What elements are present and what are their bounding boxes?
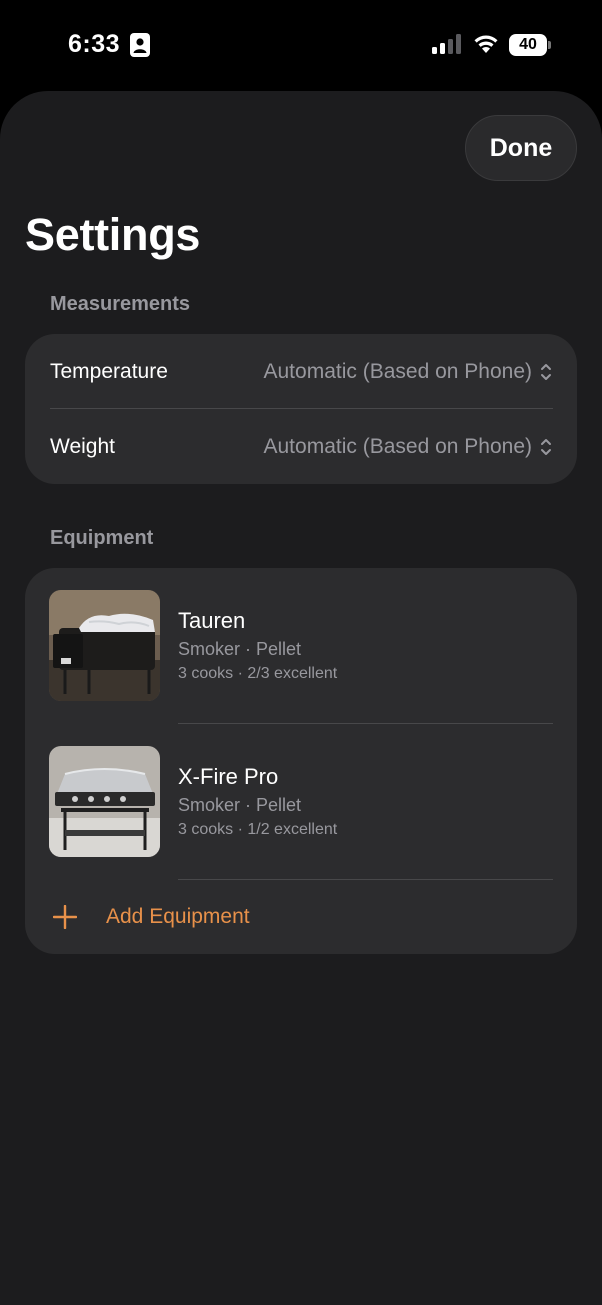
wifi-icon [474, 35, 498, 53]
section-header-measurements: Measurements [50, 293, 191, 315]
equipment-photo-x-fire-pro [49, 746, 160, 857]
chevron-updown-icon [541, 363, 551, 380]
battery-level: 40 [509, 34, 547, 56]
signal-icon [432, 34, 461, 54]
equipment-type: Smoker · Pellet [178, 639, 302, 659]
equipment-stats: 3 cooks · 1/2 excellent [178, 821, 338, 838]
equipment-card: Tauren Smoker · Pellet 3 cooks · 2/3 exc… [25, 568, 577, 954]
chevron-updown-icon [541, 438, 551, 455]
equipment-name: Tauren [178, 608, 246, 633]
temperature-label: Temperature [50, 359, 168, 383]
battery-cap [548, 41, 551, 49]
battery-icon: 40 [509, 34, 551, 56]
equipment-type: Smoker · Pellet [178, 795, 302, 815]
add-equipment-button[interactable]: Add Equipment [25, 879, 577, 954]
weight-label: Weight [50, 434, 115, 458]
settings-sheet: Done Settings Measurements Temperature A… [0, 91, 602, 1305]
equipment-item-x-fire-pro[interactable]: X-Fire Pro Smoker · Pellet 3 cooks · 1/2… [25, 724, 577, 880]
section-header-equipment: Equipment [50, 527, 154, 549]
clock-time: 6:33 [68, 30, 121, 58]
page-title: Settings [25, 209, 201, 260]
temperature-row[interactable]: Temperature Automatic (Based on Phone) [25, 334, 577, 409]
person-id-icon [130, 33, 150, 57]
equipment-item-tauren[interactable]: Tauren Smoker · Pellet 3 cooks · 2/3 exc… [25, 568, 577, 724]
status-bar: 6:33 40 [0, 0, 602, 90]
measurements-card: Temperature Automatic (Based on Phone) W… [25, 334, 577, 484]
weight-value[interactable]: Automatic (Based on Phone) [264, 435, 533, 459]
temperature-value[interactable]: Automatic (Based on Phone) [264, 360, 533, 384]
equipment-photo-tauren [49, 590, 160, 701]
equipment-stats: 3 cooks · 2/3 excellent [178, 665, 338, 682]
plus-icon [53, 905, 77, 929]
add-equipment-label: Add Equipment [106, 905, 250, 928]
done-button[interactable]: Done [465, 115, 577, 181]
weight-row[interactable]: Weight Automatic (Based on Phone) [25, 409, 577, 484]
equipment-name: X-Fire Pro [178, 764, 279, 789]
